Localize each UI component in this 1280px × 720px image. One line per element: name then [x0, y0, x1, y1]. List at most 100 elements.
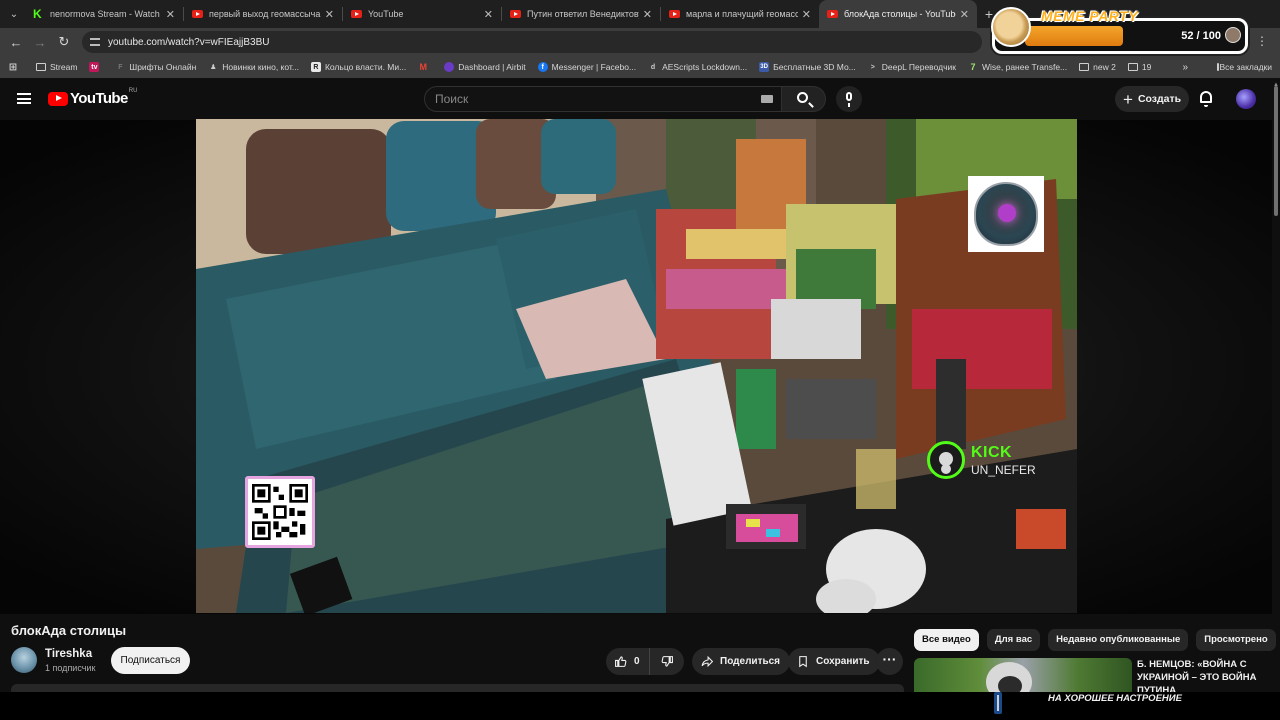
video-frame [196, 119, 1077, 613]
video-player[interactable]: KICK UN_NEFER [196, 119, 1077, 613]
ticker-text: НА ХОРОШЕЕ НАСТРОЕНИЕ [1048, 693, 1182, 704]
kick-username: UN_NEFER [971, 462, 1036, 477]
chip-recently-uploaded[interactable]: Недавно опубликованные [1048, 629, 1189, 651]
plus-icon: + [1123, 89, 1133, 109]
tab-title: nenormova Stream - Watch Live [50, 9, 162, 19]
url-field[interactable]: youtube.com/watch?v=wFIEajjB3BU [82, 31, 982, 53]
bookmark-deepl[interactable]: > DeepL Переводчик [868, 62, 956, 72]
close-tab-icon[interactable]: ✕ [802, 8, 811, 21]
search-icon [797, 92, 808, 103]
thumbs-up-icon [614, 655, 628, 668]
description-box[interactable] [11, 684, 904, 692]
close-tab-icon[interactable]: ✕ [484, 8, 493, 21]
scroll-up-icon[interactable]: ▲ [1273, 82, 1279, 88]
close-tab-icon[interactable]: ✕ [325, 8, 334, 21]
bookmark-3d[interactable]: 3D Бесплатные 3D Мо... [759, 62, 856, 72]
like-count: 0 [634, 656, 640, 667]
youtube-play-icon [48, 91, 68, 106]
bookmark-rings[interactable]: R Кольцо власти. Ми... [310, 62, 406, 72]
account-avatar[interactable] [1236, 89, 1256, 109]
bookmark-messenger[interactable]: f Messenger | Facebo... [537, 62, 636, 72]
film-icon: ♟ [210, 64, 217, 71]
related-filter-chips: Все видео Для вас Недавно опубликованные… [914, 629, 1280, 651]
bookmark-airbit[interactable]: Dashboard | Airbit [444, 62, 526, 72]
youtube-logo[interactable]: YouTube RU [48, 88, 137, 107]
chip-for-you[interactable]: Для вас [986, 629, 1041, 651]
bookmark-wise[interactable]: 7 Wise, ранее Transfe... [968, 62, 1067, 72]
meme-party-widget: MEME PARTY 52 / 100 [991, 7, 1248, 54]
create-button[interactable]: + Создать [1115, 86, 1189, 112]
page-scrollbar[interactable] [1272, 78, 1280, 690]
tv-icon: tv [89, 62, 100, 72]
bookmark-movies[interactable]: ♟ Новинки кино, кот... [208, 62, 299, 72]
bookmark-new2[interactable]: new 2 [1079, 62, 1116, 72]
like-button[interactable]: 0 [606, 648, 650, 675]
folder-icon [36, 63, 46, 71]
keyboard-icon[interactable] [761, 95, 773, 103]
meme-progress-fill [1025, 26, 1123, 46]
bookmark-gmail[interactable]: M [418, 62, 432, 72]
bookmark-19[interactable]: 19 [1127, 62, 1151, 72]
all-bookmarks[interactable]: Все закладки [1217, 62, 1272, 72]
avatar-icon [1225, 27, 1241, 43]
dislike-button[interactable] [650, 655, 684, 668]
aescripts-icon: d [650, 63, 656, 71]
browser-menu-icon[interactable]: ⋮ [1256, 34, 1268, 48]
tab-5[interactable]: марла и плачущий геомассыч - YouTube ✕ [661, 0, 819, 28]
r-icon: R [310, 62, 321, 72]
back-icon[interactable]: ← [4, 35, 28, 50]
tab-title: марла и плачущий геомассыч - YouTube [686, 9, 798, 19]
notifications-icon[interactable] [1200, 91, 1212, 107]
menu-icon[interactable] [17, 93, 31, 104]
tab-search-icon[interactable]: ⌄ [3, 3, 25, 25]
bookmark-stream[interactable]: Stream [36, 62, 77, 72]
font-icon: F [118, 63, 123, 71]
search-button[interactable] [782, 86, 826, 112]
qr-code-overlay [245, 476, 315, 548]
search-input[interactable]: Поиск [424, 86, 782, 112]
chip-all-videos[interactable]: Все видео [914, 629, 979, 651]
tab-2[interactable]: первый выход геомассыча - YouTube ✕ [184, 0, 342, 28]
deepl-icon: > [870, 63, 875, 71]
apps-icon[interactable]: ⊞ [8, 62, 22, 73]
close-tab-icon[interactable]: ✕ [643, 8, 652, 21]
close-tab-icon[interactable]: ✕ [166, 8, 175, 21]
recommended-video-thumbnail[interactable] [914, 658, 1132, 692]
close-tab-icon[interactable]: ✕ [960, 8, 969, 21]
mic-icon [846, 92, 852, 107]
bookmark-fonts[interactable]: F Шрифты Онлайн [115, 62, 196, 72]
bookmarks-bar: ⊞ Stream tv F Шрифты Онлайн ♟ Новинки кино… [0, 56, 1280, 78]
like-dislike-group: 0 [606, 648, 684, 675]
doge-icon [991, 7, 1031, 47]
tab-title: блокАда столицы - YouTube [844, 9, 956, 19]
tab-3[interactable]: YouTube ✕ [343, 0, 501, 28]
tab-1[interactable]: nenormova Stream - Watch Live ✕ [25, 0, 183, 28]
tab-6-active[interactable]: блокАда столицы - YouTube ✕ [819, 0, 977, 28]
channel-crest-overlay [968, 176, 1044, 252]
kick-icon [33, 7, 44, 21]
tab-4[interactable]: Путин ответил Венедиктову - YouTube ✕ [502, 0, 660, 28]
voice-search-button[interactable] [836, 86, 862, 112]
youtube-icon [192, 10, 203, 18]
more-bookmarks-icon[interactable]: » [1182, 62, 1188, 73]
scrollbar-thumb[interactable] [1274, 86, 1278, 216]
youtube-icon [669, 10, 680, 18]
save-button[interactable]: Сохранить [788, 648, 880, 675]
site-info-icon[interactable] [90, 38, 100, 46]
bookmark-tv[interactable]: tv [89, 62, 103, 72]
3d-icon: 3D [759, 62, 770, 72]
ticker-logo-icon [994, 692, 1002, 714]
subscriber-count: 1 подписчик [45, 663, 96, 673]
youtube-icon [510, 10, 521, 18]
url-text: youtube.com/watch?v=wFIEajjB3BU [108, 36, 270, 48]
share-button[interactable]: Поделиться [692, 648, 791, 675]
channel-name[interactable]: Tireshka [45, 648, 92, 660]
share-icon [701, 655, 714, 668]
channel-avatar[interactable] [11, 647, 37, 673]
more-actions-button[interactable]: ··· [876, 648, 903, 675]
forward-icon[interactable]: → [28, 35, 52, 50]
chip-watched[interactable]: Просмотрено [1196, 629, 1276, 651]
reload-icon[interactable]: ↻ [52, 34, 76, 50]
bookmark-aescripts[interactable]: d AEScripts Lockdown... [648, 62, 747, 72]
subscribe-button[interactable]: Подписаться [111, 647, 190, 674]
